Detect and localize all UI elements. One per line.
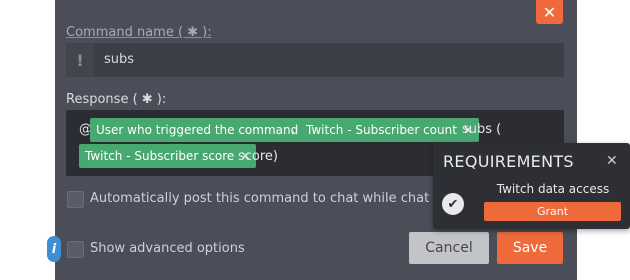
save-button[interactable]: Save [497, 232, 563, 264]
advanced-options-checkbox[interactable] [67, 241, 84, 258]
requirement-name: Twitch data access [496, 182, 610, 196]
chip-label: Twitch - Subscriber count [306, 123, 457, 137]
auto-post-checkbox[interactable] [67, 191, 84, 208]
response-text-comma: , [291, 122, 296, 137]
chip-label: User who triggered the command [96, 123, 299, 137]
chip-label: Twitch - Subscriber score [85, 149, 235, 163]
auto-post-label: Automatically post this command to chat … [90, 191, 488, 206]
close-requirements-icon[interactable]: ✕ [606, 153, 618, 169]
command-name-value: subs [104, 52, 135, 67]
variable-chip[interactable]: User who triggered the command ✕ [90, 118, 321, 142]
response-text-subs: subs ( [462, 122, 502, 137]
advanced-options-label: Show advanced options [90, 241, 245, 256]
response-label: Response ( ✱ ): [66, 92, 167, 107]
requirements-title: REQUIREMENTS [443, 152, 574, 171]
command-name-input[interactable]: ! subs [66, 43, 564, 77]
cancel-button[interactable]: Cancel [409, 232, 489, 264]
variable-chip[interactable]: Twitch - Subscriber count ✕ [300, 118, 479, 142]
check-icon: ✔ [442, 193, 464, 215]
response-text-score: score) [238, 149, 279, 164]
info-icon[interactable]: i [47, 236, 61, 262]
exclamation-icon: ! [66, 43, 94, 77]
close-icon: ✕ [542, 2, 557, 22]
close-modal-button[interactable]: ✕ [536, 0, 563, 24]
grant-button[interactable]: Grant [484, 202, 621, 221]
variable-chip[interactable]: Twitch - Subscriber score ✕ [79, 144, 257, 168]
requirements-popover: REQUIREMENTS ✕ ✔ Twitch data access Gran… [433, 143, 630, 229]
command-name-label: Command name ( ✱ ): [66, 25, 212, 40]
